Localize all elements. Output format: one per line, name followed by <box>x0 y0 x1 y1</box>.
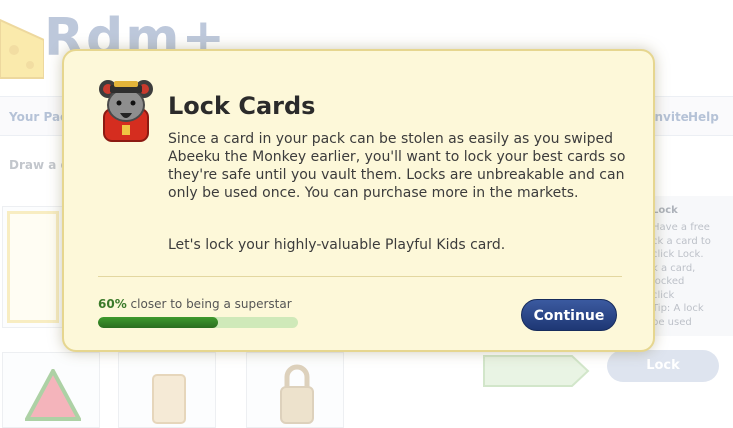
side-panel-line: click <box>652 290 675 301</box>
padlock-icon <box>280 364 314 424</box>
side-panel-line: click Lock. <box>652 249 704 260</box>
side-panel-line: Tip: A lock <box>652 303 704 314</box>
card-playful-kids[interactable] <box>7 211 59 323</box>
nav-help[interactable]: Help <box>688 110 719 124</box>
side-panel-line: k a card, <box>652 263 696 274</box>
cheese-logo-icon <box>0 18 44 79</box>
dialog-divider <box>98 276 622 277</box>
dialog-title: Lock Cards <box>168 92 316 120</box>
card-slot[interactable] <box>246 352 344 428</box>
watermelon-icon <box>25 369 81 421</box>
lucky-cat-icon <box>99 80 153 142</box>
side-panel-title: Lock <box>652 205 678 216</box>
drink-icon <box>152 374 186 424</box>
side-panel-line: locked <box>652 276 685 287</box>
progress-caption: closer to being a superstar <box>126 297 292 311</box>
card-slot[interactable] <box>2 352 100 428</box>
progress-bar-fill <box>98 317 218 328</box>
side-panel-line: ck a card to <box>652 236 711 247</box>
nav-invite[interactable]: Invite <box>650 110 689 124</box>
side-panel-line: Have a free <box>652 222 710 233</box>
continue-button[interactable]: Continue <box>521 299 617 331</box>
lock-cards-dialog: Lock Cards Since a card in your pack can… <box>62 49 655 352</box>
progress-label: 60% closer to being a superstar <box>98 297 292 311</box>
card-slot[interactable] <box>118 352 216 428</box>
dialog-body-text: Since a card in your pack can be stolen … <box>168 131 626 201</box>
progress-percent: 60% <box>98 297 127 311</box>
progress-bar <box>98 317 298 328</box>
arrow-right-icon <box>483 355 590 387</box>
dialog-prompt-text: Let's lock your highly-valuable Playful … <box>168 237 506 253</box>
side-panel-line: be used <box>652 317 692 328</box>
card-slot[interactable] <box>2 206 64 328</box>
lock-button[interactable]: Lock <box>607 350 719 382</box>
